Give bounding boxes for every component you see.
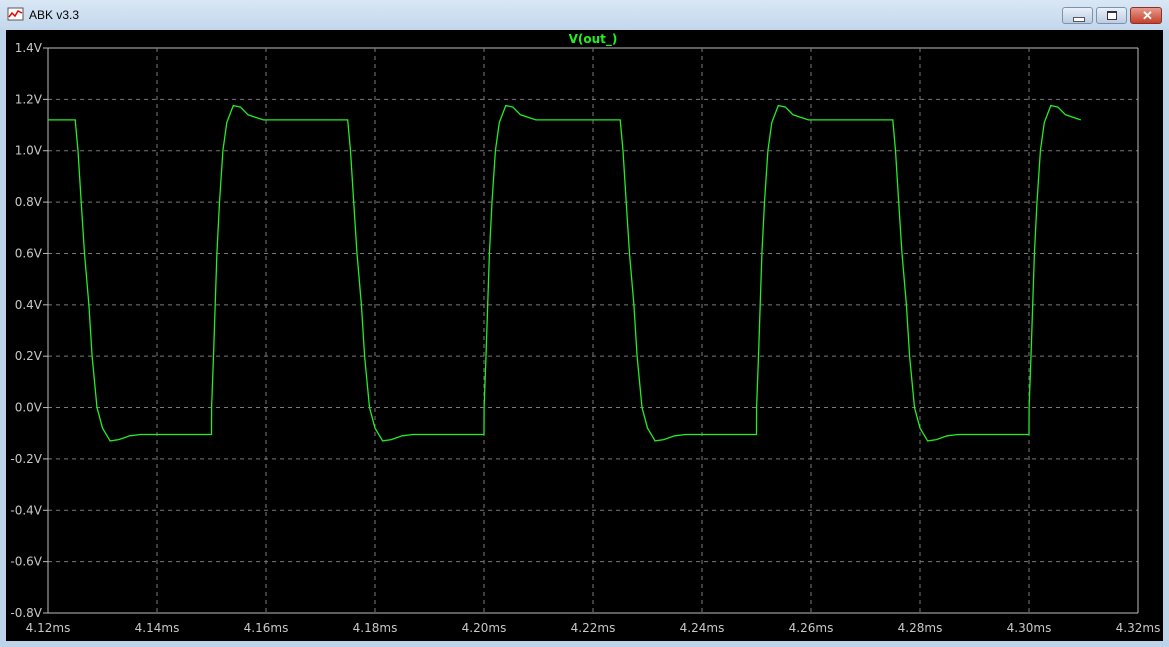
y-tick-label: 0.6V: [15, 246, 43, 260]
y-tick-label: 0.4V: [15, 298, 43, 312]
x-tick-label: 4.24ms: [680, 621, 725, 635]
y-tick-label: 0.8V: [15, 195, 43, 209]
y-tick-label: 0.0V: [15, 401, 43, 415]
y-tick-label: 1.4V: [15, 41, 43, 55]
waveform-plot[interactable]: V(out_) 1.4V 1.2V 1.0V 0.8V 0.6V 0.4V 0.2V 0.0V…: [0, 0, 1169, 647]
x-tick-label: 4.32ms: [1116, 621, 1161, 635]
x-tick-label: 4.28ms: [898, 621, 943, 635]
x-tick-label: 4.30ms: [1007, 621, 1052, 635]
y-tick-label: -0.2V: [10, 452, 42, 466]
y-tick-label: -0.8V: [10, 606, 42, 620]
x-tick-label: 4.20ms: [462, 621, 507, 635]
x-tick-label: 4.26ms: [789, 621, 834, 635]
trace-label[interactable]: V(out_): [569, 32, 618, 47]
x-tick-label: 4.18ms: [353, 621, 398, 635]
y-tick-label: -0.4V: [10, 503, 42, 517]
y-tick-label: -0.6V: [10, 555, 42, 569]
x-tick-label: 4.12ms: [26, 621, 71, 635]
y-tick-label: 0.2V: [15, 349, 43, 363]
y-tick-label: 1.2V: [15, 92, 43, 106]
x-tick-label: 4.16ms: [244, 621, 289, 635]
trace-v-out[interactable]: [48, 104, 1082, 442]
x-tick-label: 4.22ms: [571, 621, 616, 635]
y-tick-label: 1.0V: [15, 144, 43, 158]
x-tick-label: 4.14ms: [135, 621, 180, 635]
